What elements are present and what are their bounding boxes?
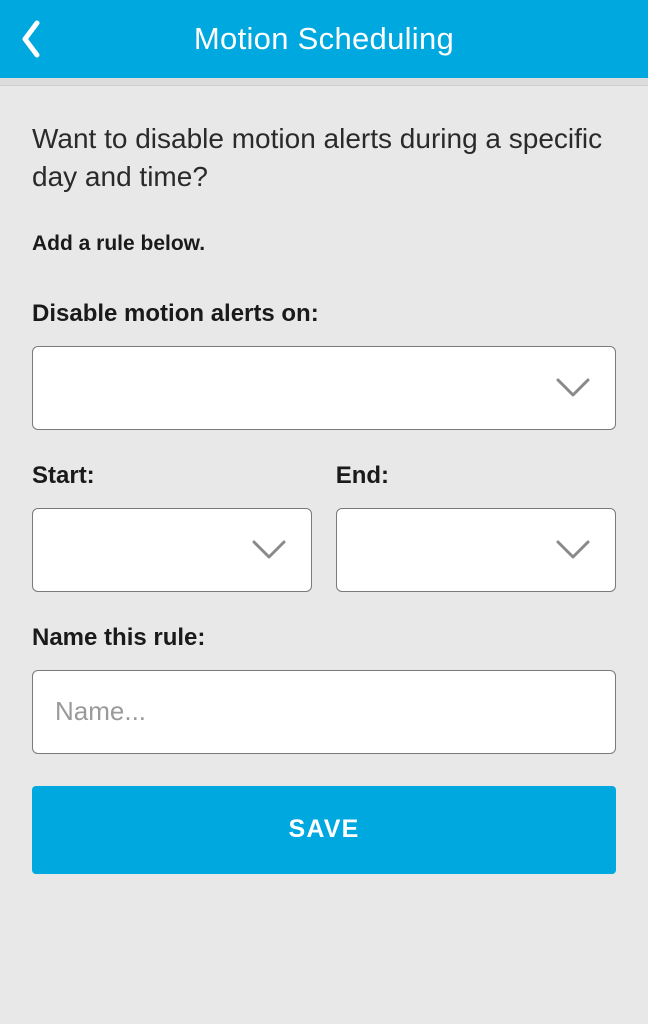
chevron-down-icon — [555, 539, 591, 561]
content-area: Want to disable motion alerts during a s… — [0, 86, 648, 874]
start-label: Start: — [32, 462, 312, 490]
page-title: Motion Scheduling — [0, 21, 648, 57]
chevron-down-icon — [555, 377, 591, 399]
app-header: Motion Scheduling — [0, 0, 648, 78]
start-select[interactable] — [32, 508, 312, 592]
chevron-left-icon — [21, 20, 41, 58]
rule-name-input[interactable] — [32, 670, 616, 754]
chevron-down-icon — [251, 539, 287, 561]
disable-on-label: Disable motion alerts on: — [32, 300, 616, 328]
end-label: End: — [336, 462, 616, 490]
save-button-label: SAVE — [288, 815, 359, 844]
header-divider — [0, 78, 648, 86]
back-button[interactable] — [14, 18, 48, 60]
end-select[interactable] — [336, 508, 616, 592]
subintro-text: Add a rule below. — [32, 232, 616, 256]
name-label: Name this rule: — [32, 624, 616, 652]
intro-text: Want to disable motion alerts during a s… — [32, 120, 616, 196]
disable-on-select[interactable] — [32, 346, 616, 430]
save-button[interactable]: SAVE — [32, 786, 616, 874]
